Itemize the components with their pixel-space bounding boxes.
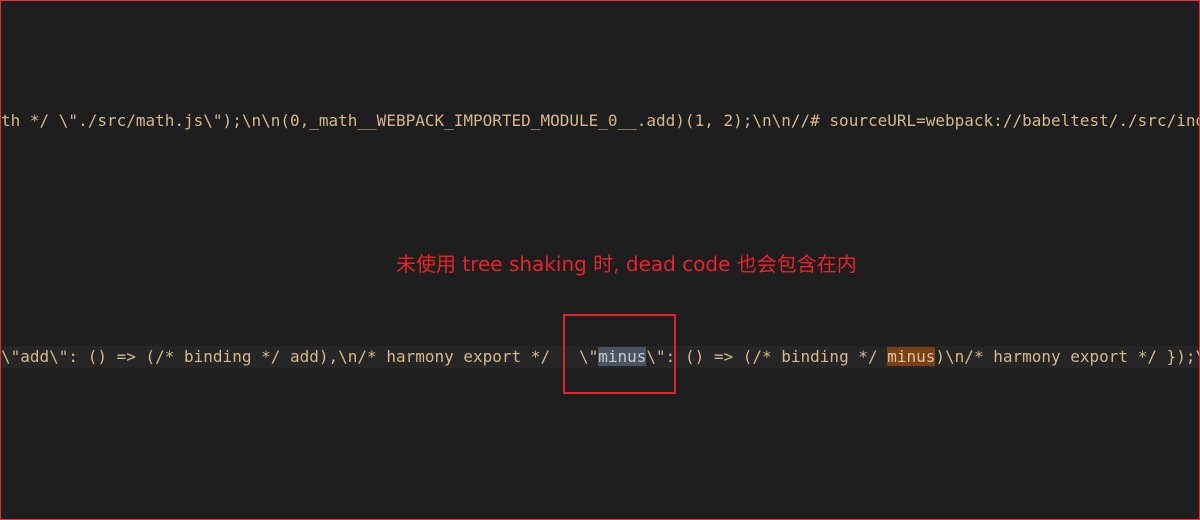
code-line-text: th */ \"./src/math.js\");\n\n(0,_math__W… <box>1 111 1199 130</box>
annotation-highlight-box <box>563 314 676 394</box>
code-text-before: \"add\": () => (/* binding */ add),\n/* … <box>1 347 599 366</box>
code-line-math-import[interactable]: th */ \"./src/math.js\");\n\n(0,_math__W… <box>1 110 1199 132</box>
annotation-text: 未使用 tree shaking 时, dead code 也会包含在内 <box>396 252 857 276</box>
code-text-after: )\n/* harmony export */ });\n <box>935 347 1199 366</box>
editor-screenshot-frame: th */ \"./src/math.js\");\n\n(0,_math__W… <box>0 0 1200 520</box>
search-match-minus[interactable]: minus <box>887 347 936 366</box>
code-text-middle: \": () => (/* binding */ <box>646 347 888 366</box>
